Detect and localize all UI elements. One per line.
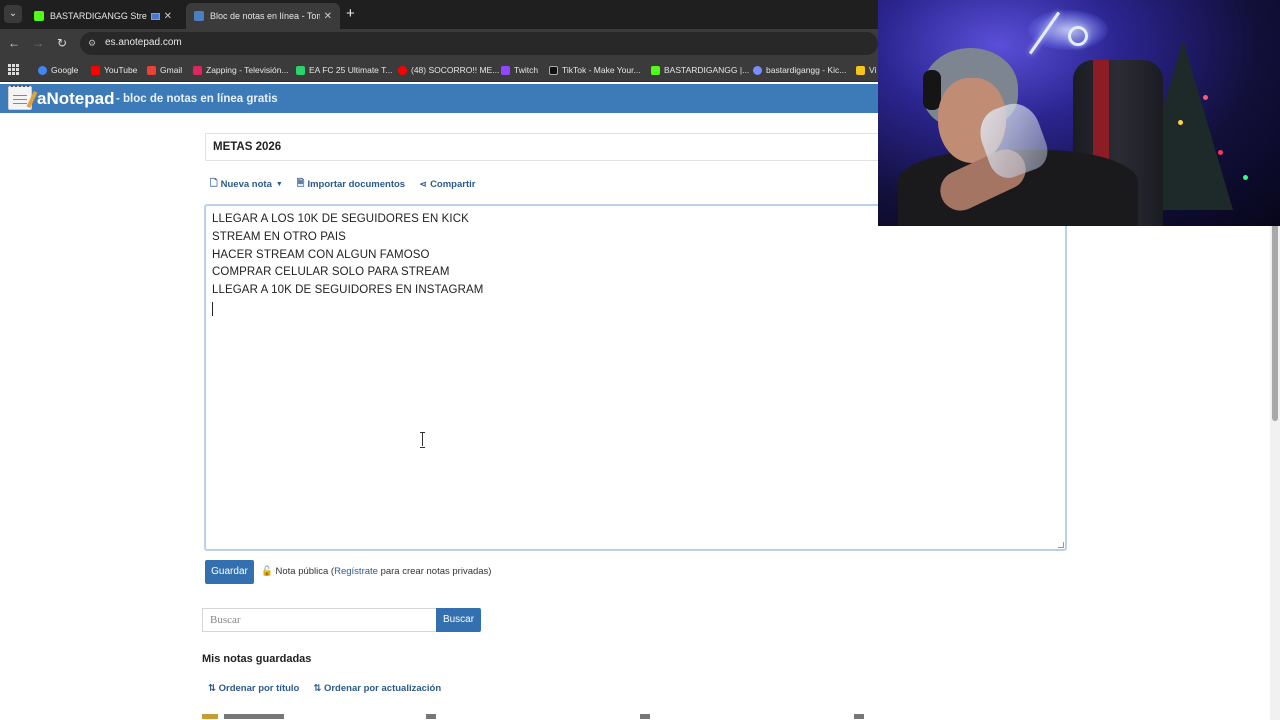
bookmark-twitch[interactable]: Twitch (501, 63, 538, 77)
unlock-icon: 🔓 (261, 566, 273, 577)
new-tab-button[interactable]: + (346, 5, 355, 23)
share-icon: ⋖ (419, 178, 428, 190)
webcam-overlay (878, 0, 1280, 226)
back-arrow-icon[interactable]: ← (6, 35, 22, 51)
ibeam-cursor-icon (420, 432, 425, 448)
scrollbar-thumb[interactable] (1272, 221, 1278, 421)
document-icon: 🗋 (210, 178, 218, 189)
bookmark-ea-fc[interactable]: EA FC 25 Ultimate T... (296, 63, 392, 77)
bookmark-tiktok[interactable]: TikTok - Make Your... (549, 63, 641, 77)
note-actions: 🗋 Nueva nota ▼ 🗎 Importar documentos ⋖ C… (210, 176, 475, 192)
note-line: HACER STREAM CON ALGUN FAMOSO (212, 248, 430, 261)
import-documents-button[interactable]: 🗎 Importar documentos (297, 176, 405, 192)
kick-icon (651, 65, 660, 75)
tab-title: BASTARDIGANGG Stream - (50, 11, 147, 21)
register-link[interactable]: Regístrate (334, 566, 378, 577)
bookmark-youtube-video[interactable]: (48) SOCORRO!! ME... (398, 63, 499, 77)
file-icon: 🗎 (296, 178, 305, 189)
public-note-info: 🔓 Nota pública (Regístrate para crear no… (261, 566, 492, 577)
site-tagline: - bloc de notas en línea gratis (116, 93, 278, 105)
twitch-icon (501, 65, 510, 75)
tab-search-chevron-icon[interactable]: ⌄ (4, 5, 22, 23)
share-button[interactable]: ⋖ Compartir (419, 176, 475, 192)
sort-icon: ⇅ (208, 683, 219, 694)
url-text: es.anotepad.com (105, 37, 182, 48)
sort-options: ⇅ Ordenar por título ⇅ Ordenar por actua… (208, 683, 441, 694)
kick-icon (34, 11, 44, 21)
forward-arrow-icon[interactable]: → (30, 35, 46, 51)
saved-notes-row-cutoff (202, 714, 902, 720)
sort-by-update-link[interactable]: ⇅ Ordenar por actualización (313, 683, 441, 694)
google-icon (38, 65, 47, 75)
text-caret (212, 301, 213, 316)
note-body-textarea[interactable]: LLEGAR A LOS 10K DE SEGUIDORES EN KICK S… (204, 204, 1067, 551)
resize-grip-icon[interactable] (1058, 542, 1064, 548)
apps-grid-icon[interactable] (8, 64, 19, 75)
sort-by-title-link[interactable]: ⇅ Ordenar por título (208, 683, 299, 694)
notepad-icon (194, 11, 204, 21)
close-tab-icon[interactable]: ✕ (324, 11, 332, 22)
note-line: COMPRAR CELULAR SOLO PARA STREAM (212, 266, 450, 279)
tab-title: Bloc de notas en línea - Toma y (210, 11, 320, 21)
tiktok-icon (549, 65, 558, 75)
new-note-button[interactable]: 🗋 Nueva nota ▼ (210, 176, 283, 192)
close-tab-icon[interactable]: ✕ (164, 11, 172, 22)
save-button[interactable]: Guardar (205, 560, 254, 584)
cast-icon (150, 12, 160, 20)
youtube-icon (91, 65, 100, 75)
search-input[interactable]: Buscar (202, 608, 437, 632)
bookmark-google[interactable]: Google (38, 63, 78, 77)
bookmark-youtube[interactable]: YouTube (91, 63, 137, 77)
note-line: LLEGAR A 10K DE SEGUIDORES EN INSTAGRAM (212, 284, 484, 297)
search-button[interactable]: Buscar (436, 608, 481, 632)
zapping-icon (193, 65, 202, 75)
note-title-input[interactable]: METAS 2026 (205, 133, 905, 161)
link-icon (753, 65, 762, 75)
notepad-logo-icon[interactable] (8, 85, 38, 110)
sort-icon: ⇅ (313, 683, 324, 694)
bookmark-zapping[interactable]: Zapping - Televisión... (193, 63, 289, 77)
bookmark-gmail[interactable]: Gmail (147, 63, 182, 77)
v-icon (856, 65, 865, 75)
tab-kick-stream[interactable]: BASTARDIGANGG Stream - ✕ (26, 3, 180, 29)
reload-icon[interactable]: ↻ (54, 35, 70, 51)
address-bar[interactable]: ⚙ es.anotepad.com (80, 32, 878, 55)
bookmark-kick-channel[interactable]: bastardigangg - Kic... (753, 63, 846, 77)
youtube-icon (398, 65, 407, 75)
site-brand[interactable]: aNotepad (37, 89, 114, 109)
futbin-icon (296, 65, 305, 75)
gmail-icon (147, 65, 156, 75)
saved-notes-heading: Mis notas guardadas (202, 653, 312, 665)
bookmark-bastardigangg[interactable]: BASTARDIGANGG |... (651, 63, 749, 77)
bookmark-vi[interactable]: Vi (856, 63, 876, 77)
caret-down-icon: ▼ (275, 180, 283, 188)
note-line: STREAM EN OTRO PAIS (212, 230, 346, 243)
site-info-icon[interactable]: ⚙ (88, 38, 98, 48)
tab-anotepad[interactable]: Bloc de notas en línea - Toma y ✕ (186, 3, 340, 29)
